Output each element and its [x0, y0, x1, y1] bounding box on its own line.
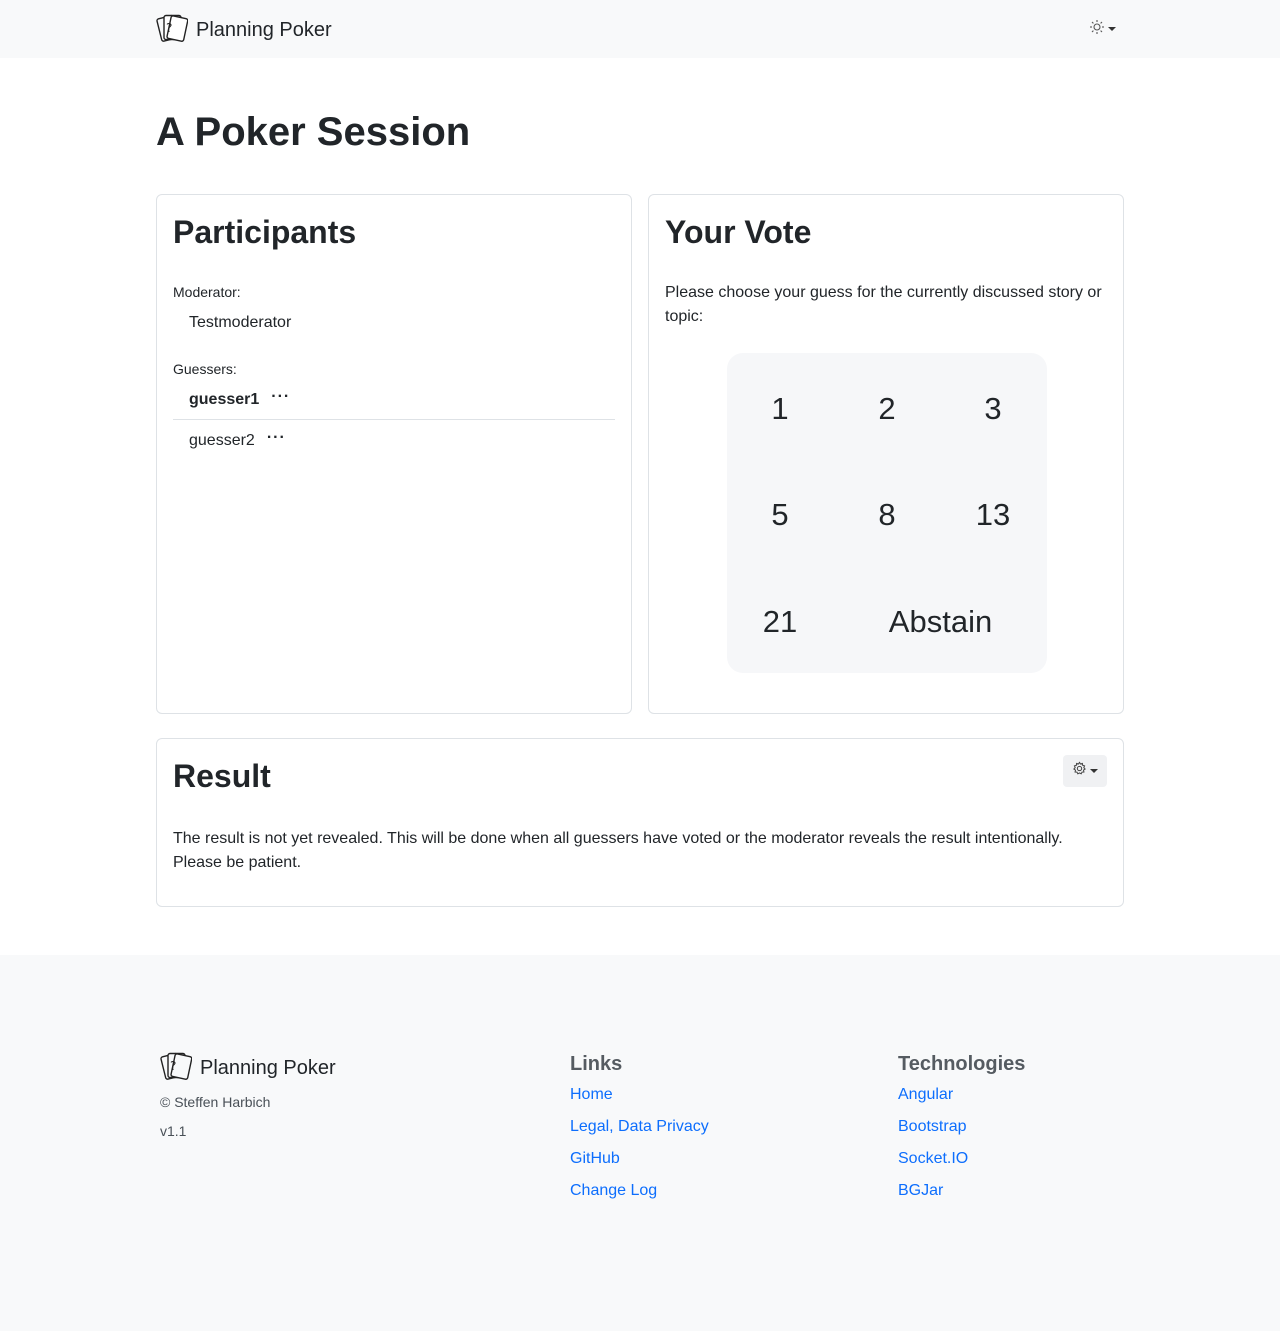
participants-card: Participants Moderator: Testmoderator Gu…	[156, 194, 632, 714]
chevron-down-icon	[1090, 769, 1098, 773]
participants-title: Participants	[173, 214, 357, 250]
copyright: © Steffen Harbich	[160, 1094, 271, 1110]
footer-link-home[interactable]: Home	[570, 1083, 709, 1107]
vote-option-5[interactable]: 5	[727, 462, 833, 568]
guesser-item: guesser2 ···	[189, 429, 286, 453]
footer-link-angular[interactable]: Angular	[898, 1083, 1025, 1107]
result-message: The result is not yet revealed. This wil…	[173, 830, 1063, 871]
vote-option-3[interactable]: 3	[940, 356, 1046, 462]
svg-text:?: ?	[170, 1059, 176, 1073]
result-settings-button[interactable]	[1063, 755, 1107, 787]
chevron-down-icon	[1107, 27, 1116, 31]
guesser-item: guesser1 ···	[189, 388, 290, 412]
footer: ? Planning Poker © Steffen Harbich v1.1 …	[0, 955, 1280, 1331]
vote-option-13[interactable]: 13	[940, 462, 1046, 568]
vote-prompt: Please choose your guess for the current…	[665, 284, 1102, 325]
vote-card: Your Vote Please choose your guess for t…	[648, 194, 1124, 714]
guesser-divider	[173, 419, 615, 420]
guesser-name: guesser2	[189, 432, 255, 449]
footer-link-bootstrap[interactable]: Bootstrap	[898, 1115, 1025, 1139]
sun-icon	[1089, 19, 1105, 40]
page-title: A Poker Session	[156, 110, 471, 154]
vote-option-abstain[interactable]: Abstain	[834, 569, 1047, 675]
footer-brand-text: Planning Poker	[200, 1057, 336, 1079]
footer-link-github[interactable]: GitHub	[570, 1147, 709, 1171]
vote-option-2[interactable]: 2	[834, 356, 940, 462]
footer-links-title: Links	[570, 1053, 623, 1075]
gear-icon	[1072, 761, 1087, 781]
result-card: Result The result is not yet revealed. T…	[156, 738, 1124, 907]
footer-links-column: Links Home Legal, Data Privacy GitHub Ch…	[570, 1051, 709, 1211]
brand-text: Planning Poker	[196, 18, 332, 41]
version: v1.1	[160, 1123, 187, 1139]
footer-tech-column: Technologies Angular Bootstrap Socket.IO…	[898, 1051, 1025, 1211]
footer-link-bgjar[interactable]: BGJar	[898, 1179, 1025, 1203]
guesser-status-dots[interactable]: ···	[271, 389, 290, 408]
guesser-name: guesser1	[189, 391, 260, 408]
playing-cards-icon: ?	[156, 13, 189, 48]
moderator-name-text: Testmoderator	[189, 314, 292, 331]
vote-option-1[interactable]: 1	[727, 356, 833, 462]
vote-options-grid: 1 2 3 5 8 13 21 Abstain	[727, 353, 1047, 673]
svg-text:?: ?	[166, 21, 172, 35]
footer-link-changelog[interactable]: Change Log	[570, 1179, 709, 1203]
footer-link-legal[interactable]: Legal, Data Privacy	[570, 1115, 709, 1139]
result-title: Result	[173, 758, 271, 794]
navbar: ? Planning Poker	[0, 0, 1280, 58]
navbar-brand[interactable]: ? Planning Poker	[156, 14, 332, 46]
vote-option-21[interactable]: 21	[727, 569, 833, 675]
guesser-status-dots[interactable]: ···	[267, 430, 286, 449]
playing-cards-icon: ?	[160, 1051, 193, 1086]
footer-tech-title: Technologies	[898, 1053, 1026, 1075]
footer-brand: ? Planning Poker	[160, 1051, 336, 1086]
guessers-label: Guessers:	[173, 361, 237, 377]
footer-link-socketio[interactable]: Socket.IO	[898, 1147, 1025, 1171]
moderator-name: Testmoderator	[189, 311, 291, 335]
vote-option-8[interactable]: 8	[834, 462, 940, 568]
theme-toggle-button[interactable]	[1082, 14, 1122, 44]
moderator-label: Moderator:	[173, 284, 241, 300]
vote-title: Your Vote	[665, 214, 812, 250]
